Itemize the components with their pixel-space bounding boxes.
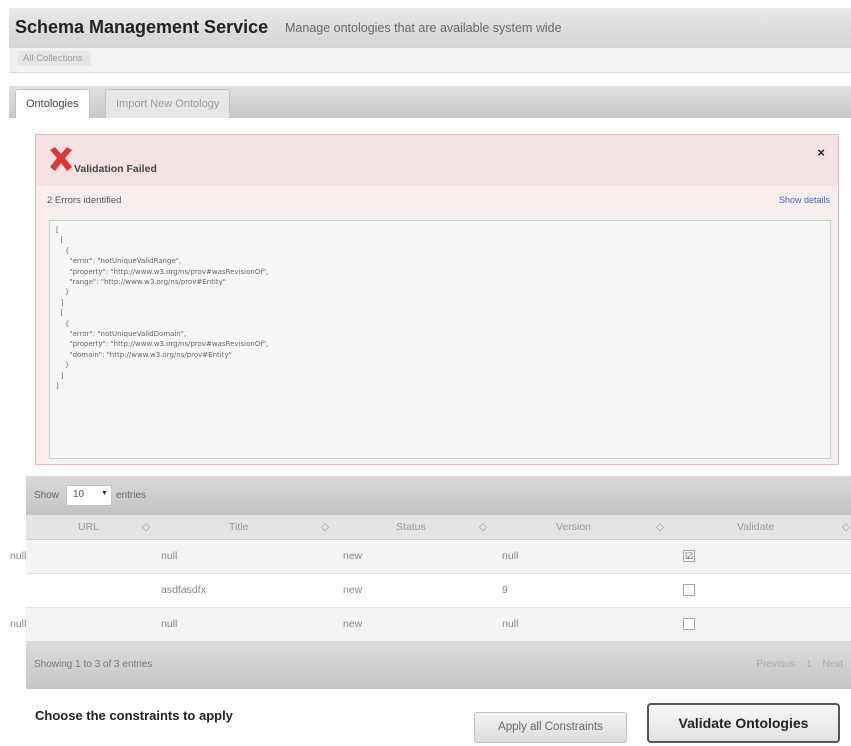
table-row: asdfasdfx new 9 [26,574,851,608]
error-x-icon [50,147,72,171]
alert-title: Validation Failed [74,163,157,175]
breadcrumb-all-collections[interactable]: All Collections [17,51,91,66]
cell-version: 9 [502,584,508,596]
cell-url: null [10,550,27,562]
show-label: Show [34,490,60,501]
app-header: Schema Management Service Manage ontolog… [9,8,851,49]
sort-icon[interactable]: ◇ [656,515,664,539]
next-page-button[interactable]: Next [822,659,843,670]
cell-title: null [161,618,178,630]
pagination: Previous 1 Next [748,659,843,670]
cell-url: null [10,618,27,630]
validation-alert: Validation Failed × 2 Errors identified … [35,134,839,465]
validate-checkbox[interactable] [683,584,695,596]
column-header-url[interactable]: URL [78,515,99,539]
tab-strip: Ontologies Import New Ontology [9,86,851,120]
entries-label: entries [116,490,147,501]
page-size-select[interactable]: 10 ▼ [66,485,112,506]
table-row: null null new null ☑ [10,540,851,574]
validate-ontologies-button[interactable]: Validate Ontologies [647,703,840,743]
table-footer: Showing 1 to 3 of 3 entries Previous 1 N… [26,641,851,689]
column-label: Status [396,521,426,533]
error-count: 2 Errors identified [47,195,122,206]
page-size-value: 10 [73,489,85,500]
column-header-status[interactable]: Status [396,515,426,539]
table-header: URL ◇ Title ◇ Status ◇ Version ◇ Validat… [26,515,851,540]
sort-icon[interactable]: ◇ [842,515,850,539]
error-details-box: [ [ { "error": "notUniqueValidRange", "p… [49,220,831,459]
cell-status: new [343,550,363,562]
table-toolbar: Show 10 ▼ entries [26,476,851,515]
cell-status: new [343,584,363,596]
constraints-label: Choose the constraints to apply [35,708,233,723]
sort-icon[interactable]: ◇ [321,515,329,539]
column-header-validate[interactable]: Validate [737,515,774,539]
column-header-title[interactable]: Title [229,515,248,539]
app-subtitle: Manage ontologies that are available sys… [285,21,562,35]
apply-all-constraints-button[interactable]: Apply all Constraints [474,712,627,743]
cell-title: null [161,550,178,562]
column-label: URL [78,521,100,533]
sort-icon[interactable]: ◇ [142,515,150,539]
caret-down-icon: ▼ [101,490,108,497]
column-label: Version [556,521,592,533]
column-label: Title [229,521,249,533]
show-details-link[interactable]: Show details [779,195,830,205]
page-number-button[interactable]: 1 [806,659,812,670]
cell-title: asdfasdfx [161,584,206,596]
validate-checkbox[interactable] [683,618,695,630]
table-info: Showing 1 to 3 of 3 entries [34,659,153,670]
cell-version: null [502,550,519,562]
tab-import-new-ontology[interactable]: Import New Ontology [105,89,231,118]
column-header-version[interactable]: Version [556,515,591,539]
breadcrumb: All Collections [9,48,851,73]
tab-ontologies[interactable]: Ontologies [15,89,90,120]
close-icon[interactable]: × [817,145,825,160]
alert-header [36,135,838,186]
validate-checkbox[interactable]: ☑ [683,550,695,562]
sort-icon[interactable]: ◇ [479,515,487,539]
cell-status: new [343,618,363,630]
previous-page-button[interactable]: Previous [756,659,795,670]
column-label: Validate [737,521,775,533]
table-row: null null new null [10,608,851,642]
error-details-json: [ [ { "error": "notUniqueValidRange", "p… [56,226,269,391]
ontologies-table: Show 10 ▼ entries URL ◇ Title ◇ Status ◇… [10,476,851,689]
cell-version: null [502,618,519,630]
app-title: Schema Management Service [15,17,269,37]
